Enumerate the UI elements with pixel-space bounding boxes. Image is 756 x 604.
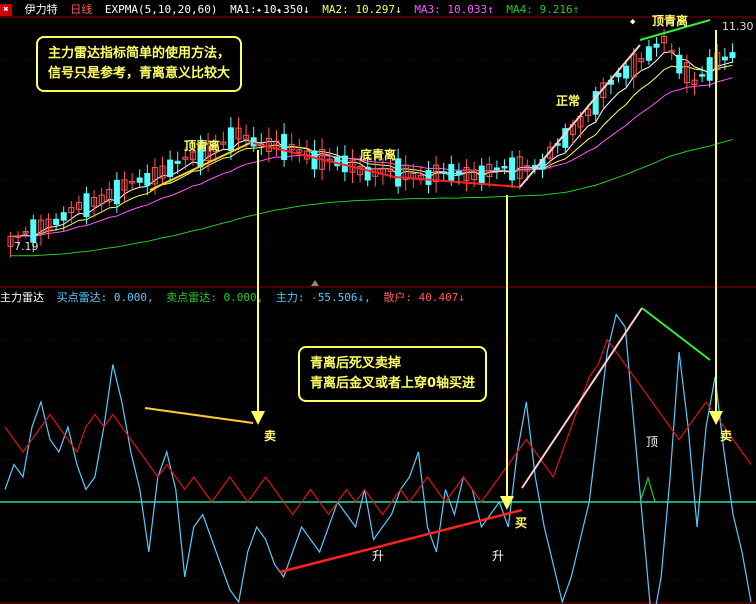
ma1-value: MA1: 10.350↓ — [230, 3, 310, 16]
main-force-value: 主力: -55.506↓, — [275, 291, 371, 304]
candle-body — [455, 170, 462, 176]
app-logo-icon: ✖ — [0, 4, 12, 16]
candle-body — [440, 171, 447, 174]
sub-chart-header: 主力雷达 买点雷达: 0.000, 卖点雷达: 0.000, 主力: -55.5… — [0, 290, 471, 306]
candle-body — [493, 167, 500, 171]
price-high-label: 11.30 — [722, 20, 754, 33]
candle-body — [706, 57, 713, 81]
sell-radar-value: 卖点雷达: 0.000, — [166, 291, 264, 304]
sell-arrow-left-head — [251, 411, 265, 425]
indicator-label[interactable]: EXPMA(5,10,20,60) — [105, 3, 218, 16]
rise-mark-1: 升 — [372, 549, 385, 563]
candle-body — [699, 74, 706, 77]
indicator-top-divergence-right-line — [641, 307, 711, 361]
ma3-value: MA3: 10.033↑ — [414, 3, 494, 16]
candle-body — [53, 218, 60, 225]
main-chart-header: ✖ 伊力特 日线 EXPMA(5,10,20,60) MA1: 10.350↓ … — [0, 2, 585, 18]
bottom-divergence-label: 底青离 — [360, 148, 397, 162]
candle-body — [136, 177, 143, 183]
rule-note-box: 青离后死叉卖掉 青离后金叉或者上穿0轴买进 — [298, 346, 488, 402]
candle-body — [425, 169, 432, 185]
candle-body — [721, 56, 728, 61]
sell-signal-right-label: 卖 — [720, 429, 733, 443]
rule-note-line2: 青离后金叉或者上穿0轴买进 — [310, 376, 476, 391]
buy-arrow-head — [500, 496, 514, 510]
indicator-normal-line — [521, 307, 643, 489]
candle-body — [448, 164, 455, 182]
candle-body — [653, 43, 660, 48]
candle-body — [250, 137, 257, 147]
retail-value: 散户: 40.407↓ — [383, 291, 465, 304]
candle-body — [281, 133, 288, 160]
price-low-label: 7.19 — [14, 240, 39, 253]
buy-radar-spike — [639, 475, 656, 503]
candle-body — [676, 54, 683, 74]
usage-note-line2: 信号只是参考，青离意义比较大 — [48, 66, 231, 81]
top-divergence-left-label: 顶青离 — [184, 139, 221, 153]
candle-body — [30, 219, 37, 243]
top-divergence-right-label: 顶青离 — [652, 14, 689, 28]
ma4-value: MA4: 9.216↑ — [506, 3, 580, 16]
candle-body — [144, 173, 151, 186]
candle-body — [729, 52, 736, 59]
scroll-marker-icon — [311, 280, 319, 286]
candle-body — [501, 166, 508, 169]
top-mark-label: 顶 — [646, 435, 659, 449]
ma2-value: MA2: 10.297↓ — [322, 3, 402, 16]
candle-body — [311, 150, 318, 170]
candle-body — [509, 157, 516, 181]
candle-body — [227, 127, 234, 152]
candle-body — [478, 165, 485, 185]
candle-body — [83, 193, 90, 218]
rule-note-line1: 青离后死叉卖掉 — [310, 356, 402, 371]
marker-diamond: ◆ — [630, 17, 636, 27]
buy-radar-value: 买点雷达: 0.000, — [56, 291, 154, 304]
period-label[interactable]: 日线 — [70, 3, 92, 16]
candle-body — [395, 158, 402, 187]
candle-body — [113, 179, 120, 205]
candle-body — [174, 160, 181, 164]
candle-body — [623, 65, 630, 79]
sub-indicator-name[interactable]: 主力雷达 — [0, 291, 44, 304]
usage-note-line1: 主力雷达指标简单的使用方法， — [48, 46, 231, 61]
candle-body — [60, 212, 67, 221]
stock-name[interactable]: 伊力特 — [25, 3, 58, 16]
indicator-top-divergence-left-line — [144, 407, 254, 424]
rise-mark-2: 升 — [492, 549, 505, 563]
candle-body — [645, 46, 652, 61]
sell-signal-left-label: 卖 — [264, 429, 277, 443]
indicator-bottom-divergence-line — [279, 508, 523, 574]
usage-note-box: 主力雷达指标简单的使用方法， 信号只是参考，青离意义比较大 — [36, 36, 243, 92]
buy-signal-label: 买 — [515, 516, 528, 530]
normal-trend-line — [519, 44, 641, 188]
normal-label: 正常 — [556, 94, 581, 108]
candle-body — [167, 159, 174, 178]
